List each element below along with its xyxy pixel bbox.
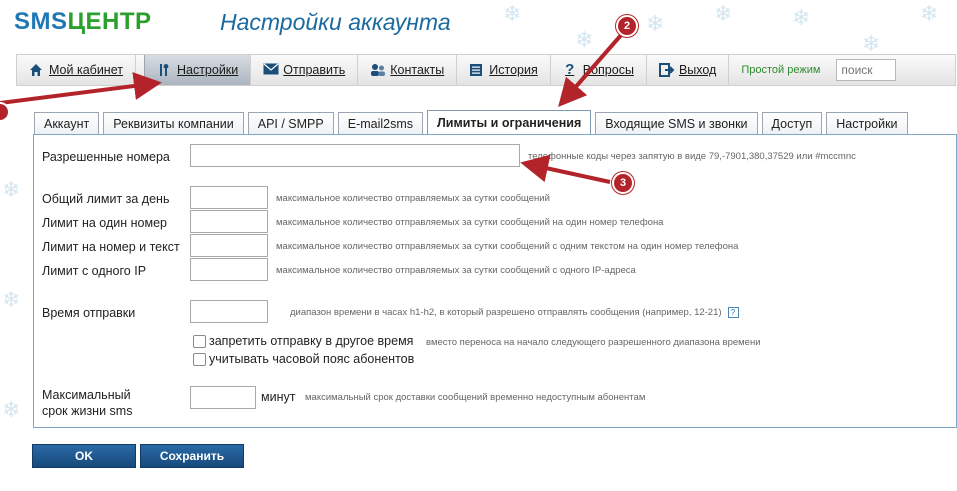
tab-incoming-sms[interactable]: Входящие SMS и звонки: [595, 112, 758, 134]
per-number-text-limit-hint: максимальное количество отправляемых за …: [276, 241, 739, 252]
snowflake-icon: ❄: [575, 28, 594, 53]
nav-item-label: Отправить: [283, 63, 346, 77]
logo[interactable]: SMSЦЕНТР: [14, 8, 152, 36]
per-number-limit-hint: максимальное количество отправляемых за …: [276, 217, 664, 228]
use-timezone-checkbox[interactable]: [193, 353, 206, 366]
envelope-icon: [263, 63, 279, 77]
per-ip-limit-label: Лимит с одного IP: [42, 264, 147, 278]
page-title: Настройки аккаунта: [220, 9, 451, 35]
users-icon: [370, 63, 386, 77]
per-number-limit-label: Лимит на один номер: [42, 216, 167, 230]
tools-icon: [157, 63, 171, 77]
snowflake-icon: ❄: [920, 2, 939, 27]
max-lifetime-label-line2: срок жизни sms: [42, 404, 133, 418]
tab-access[interactable]: Доступ: [761, 112, 823, 134]
snowflake-icon: ❄: [646, 12, 665, 37]
nav-item-dashboard[interactable]: Мой кабинет: [17, 55, 136, 85]
settings-tabs: Аккаунт Реквизиты компании API / SMPP E-…: [34, 110, 908, 134]
snowflake-icon: ❄: [792, 6, 811, 31]
daily-limit-label: Общий лимит за день: [42, 192, 170, 206]
max-lifetime-unit: минут: [261, 390, 296, 404]
use-timezone-label[interactable]: учитывать часовой пояс абонентов: [209, 352, 414, 366]
forbid-other-time-hint: вместо переноса на начало следующего раз…: [426, 337, 761, 348]
limits-panel: Разрешенные номера телефонные коды через…: [33, 134, 957, 428]
search-input[interactable]: [836, 59, 897, 81]
daily-limit-hint: максимальное количество отправляемых за …: [276, 193, 550, 204]
nav-item-label: Настройки: [176, 63, 239, 77]
max-lifetime-label-line1: Максимальный: [42, 388, 131, 402]
snowflake-icon: ❄: [2, 398, 21, 423]
logo-sms: SMS: [14, 8, 68, 35]
snowflake-icon: ❄: [2, 288, 21, 313]
badge-1-partial: [0, 102, 10, 122]
tab-account[interactable]: Аккаунт: [34, 112, 100, 134]
snowflake-icon: ❄: [2, 178, 21, 203]
save-button[interactable]: Сохранить: [140, 444, 244, 468]
arrow-1: [0, 72, 162, 105]
allowed-numbers-label: Разрешенные номера: [42, 150, 170, 164]
allowed-numbers-input[interactable]: [190, 144, 520, 167]
snowflake-icon: ❄: [862, 32, 881, 57]
per-ip-limit-hint: максимальное количество отправляемых за …: [276, 265, 636, 276]
tab-settings[interactable]: Настройки: [826, 112, 908, 134]
max-lifetime-hint: максимальный срок доставки сообщений вре…: [305, 392, 646, 403]
tab-email2sms[interactable]: E-mail2sms: [337, 112, 424, 134]
forbid-other-time-label[interactable]: запретить отправку в другое время: [209, 334, 413, 348]
forbid-other-time-checkbox[interactable]: [193, 335, 206, 348]
tab-api-smpp[interactable]: API / SMPP: [247, 112, 334, 134]
simple-mode-link[interactable]: Простой режим: [729, 55, 832, 85]
daily-limit-input[interactable]: [190, 186, 268, 209]
send-time-label: Время отправки: [42, 306, 136, 320]
nav-item-contacts[interactable]: Контакты: [358, 55, 458, 85]
snowflake-icon: ❄: [714, 2, 733, 27]
logo-centr: ЦЕНТР: [67, 8, 152, 35]
per-number-text-limit-label: Лимит на номер и текст: [42, 240, 180, 254]
max-lifetime-input[interactable]: [190, 386, 256, 409]
annotation-badge-3: 3: [612, 172, 634, 194]
send-time-hint: диапазон времени в часах h1-h2, в которы…: [290, 307, 722, 319]
per-number-limit-input[interactable]: [190, 210, 268, 233]
exit-icon: [658, 63, 675, 77]
annotation-badge-2: 2: [616, 15, 638, 37]
nav-item-logout[interactable]: Выход: [647, 55, 730, 85]
help-icon[interactable]: ?: [727, 307, 739, 318]
nav-item-history[interactable]: История: [457, 55, 551, 85]
home-icon: [29, 63, 43, 77]
nav-item-label: История: [489, 63, 538, 77]
per-number-text-limit-input[interactable]: [190, 234, 268, 257]
nav-item-settings[interactable]: Настройки: [143, 55, 252, 85]
nav-item-label: Выход: [678, 63, 717, 77]
nav-item-label: Контакты: [390, 63, 445, 77]
nav-item-questions[interactable]: ? Вопросы: [551, 55, 647, 85]
ok-button[interactable]: OK: [32, 444, 136, 468]
top-navigation: Мой кабинет Настройки Отправить Контакты…: [16, 54, 956, 86]
snowflake-icon: ❄: [503, 2, 522, 27]
tab-limits[interactable]: Лимиты и ограничения: [427, 110, 592, 134]
per-ip-limit-input[interactable]: [190, 258, 268, 281]
list-icon: [469, 63, 483, 77]
nav-item-label: Мой кабинет: [49, 63, 123, 77]
allowed-numbers-hint: телефонные коды через запятую в виде 79,…: [528, 151, 856, 162]
nav-item-label: Вопросы: [582, 63, 634, 77]
tab-company-details[interactable]: Реквизиты компании: [103, 112, 244, 134]
send-time-hint-row: диапазон времени в часах h1-h2, в которы…: [290, 307, 739, 318]
nav-item-send[interactable]: Отправить: [251, 55, 359, 85]
send-time-input[interactable]: [190, 300, 268, 323]
question-icon: ?: [565, 61, 575, 78]
